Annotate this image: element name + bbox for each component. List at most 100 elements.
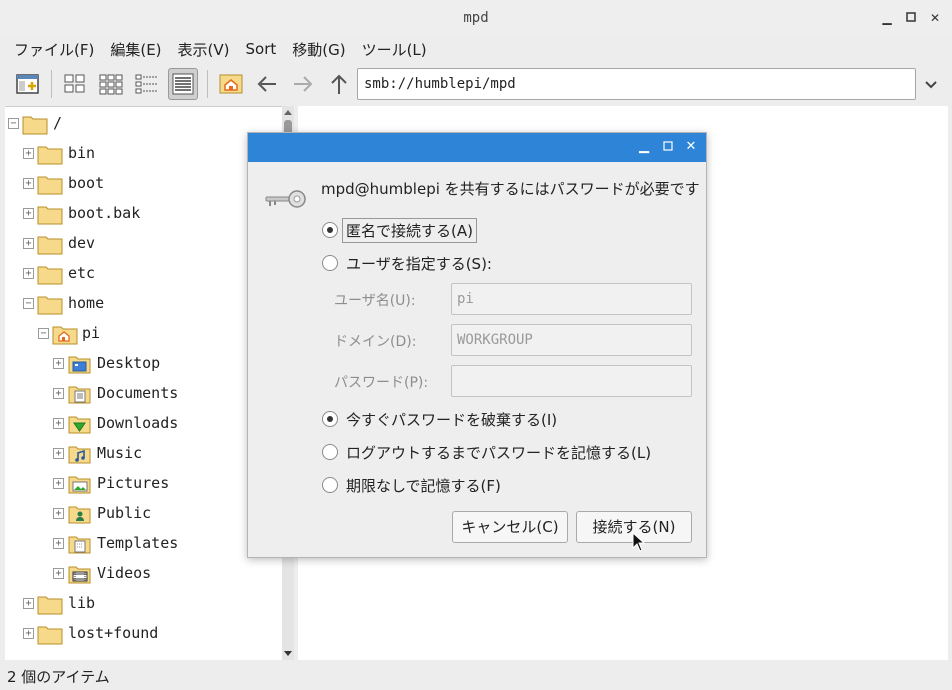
tree-item[interactable]: + Documents — [5, 379, 282, 409]
tree-expander-icon[interactable]: − — [8, 118, 19, 129]
scroll-up-icon[interactable] — [283, 108, 293, 116]
tree-item-label: Music — [97, 444, 143, 462]
tree-item[interactable]: + lost+found — [5, 619, 282, 649]
tree-item[interactable]: + Downloads — [5, 409, 282, 439]
tree-item-label: etc — [68, 264, 96, 282]
detailed-list-view-icon[interactable] — [168, 68, 198, 100]
username-field[interactable]: pi — [451, 283, 692, 315]
tree-item-label: lib — [68, 594, 96, 612]
compact-view-icon[interactable] — [132, 68, 162, 100]
menu-edit[interactable]: 編集(E) — [102, 39, 169, 60]
tree-expander-icon[interactable]: + — [53, 358, 64, 369]
tree-item[interactable]: + Public — [5, 499, 282, 529]
dialog-close-icon[interactable]: ✕ — [685, 140, 697, 153]
radio-button[interactable] — [322, 477, 338, 493]
tree-item-label: pi — [82, 324, 101, 342]
tree-expander-icon[interactable]: + — [23, 628, 34, 639]
key-icon — [265, 185, 307, 213]
tree-item[interactable]: + lib — [5, 589, 282, 619]
dialog-maximize-icon[interactable] — [662, 141, 674, 153]
new-tab-icon[interactable] — [13, 68, 43, 100]
tree-item[interactable]: + Desktop — [5, 349, 282, 379]
up-icon[interactable] — [324, 68, 354, 100]
tree-expander-icon[interactable]: + — [53, 418, 64, 429]
tree-item-label: bin — [68, 144, 96, 162]
tree-expander-icon[interactable]: + — [23, 208, 34, 219]
menu-sort[interactable]: Sort — [238, 40, 285, 58]
password-label: パスワード(P): — [334, 375, 429, 391]
scroll-down-icon[interactable] — [283, 650, 293, 658]
cancel-button[interactable]: キャンセル(C) — [452, 511, 568, 543]
tree-expander-icon[interactable]: + — [23, 148, 34, 159]
radio-button[interactable] — [322, 444, 338, 460]
password-dialog: ▁ ✕ mpd@humblepi を共有するにはパスワードが必要です 匿名で接続… — [247, 132, 707, 558]
folder-tree[interactable]: − / + bin + boot + boot.bak + dev + etc − home − pi + Des… — [5, 106, 282, 660]
tree-expander-icon[interactable]: − — [23, 298, 34, 309]
window-title: mpd — [463, 10, 489, 26]
tree-expander-icon[interactable]: + — [53, 478, 64, 489]
address-bar[interactable]: smb://humblepi/mpd — [357, 68, 916, 100]
radio-button[interactable] — [322, 222, 338, 238]
tree-item-label: / — [53, 114, 63, 132]
radio-label: 今すぐパスワードを破棄する(I) — [346, 410, 558, 429]
tree-expander-icon[interactable]: − — [38, 328, 49, 339]
tree-expander-icon[interactable]: + — [53, 448, 64, 459]
tree-item[interactable]: + Pictures — [5, 469, 282, 499]
domain-label: ドメイン(D): — [334, 334, 417, 350]
tree-item[interactable]: − / — [5, 109, 282, 139]
forward-icon[interactable] — [288, 68, 318, 100]
menu-tools[interactable]: ツール(L) — [354, 39, 435, 60]
folder-icon — [22, 113, 48, 135]
close-icon[interactable]: ✕ — [929, 12, 941, 24]
folder-icon — [37, 143, 63, 165]
tree-item[interactable]: − home — [5, 289, 282, 319]
chevron-down-icon[interactable] — [922, 74, 940, 94]
tree-item[interactable]: + dev — [5, 229, 282, 259]
menu-file[interactable]: ファイル(F) — [6, 39, 102, 60]
back-icon[interactable] — [252, 68, 282, 100]
tree-item[interactable]: + boot — [5, 169, 282, 199]
pictures-folder-icon — [68, 473, 94, 495]
menu-go[interactable]: 移動(G) — [284, 39, 353, 60]
tree-expander-icon[interactable]: + — [23, 268, 34, 279]
radio-label: 期限なしで記憶する(F) — [346, 476, 501, 495]
tree-item[interactable]: + Videos — [5, 559, 282, 589]
tree-item-label: boot.bak — [68, 204, 141, 222]
tree-expander-icon[interactable]: + — [53, 388, 64, 399]
folder-icon — [37, 203, 63, 225]
downloads-folder-icon — [68, 413, 94, 435]
tree-item-label: Documents — [97, 384, 179, 402]
tree-expander-icon[interactable]: + — [23, 178, 34, 189]
tree-item[interactable]: + Music — [5, 439, 282, 469]
dialog-minimize-icon[interactable]: ▁ — [638, 140, 650, 153]
file-manager-window: mpd ▁ ✕ ファイル(F) 編集(E) 表示(V) Sort 移動(G) ツ… — [0, 0, 952, 690]
domain-field[interactable]: WORKGROUP — [451, 324, 692, 356]
radio-button[interactable] — [322, 255, 338, 271]
dialog-titlebar[interactable]: ▁ ✕ — [248, 133, 706, 162]
window-titlebar[interactable]: mpd ▁ ✕ — [0, 0, 952, 36]
tree-item[interactable]: + bin — [5, 139, 282, 169]
tree-item[interactable]: + Templates — [5, 529, 282, 559]
tree-item[interactable]: + boot.bak — [5, 199, 282, 229]
thumbnail-view-icon[interactable] — [96, 68, 126, 100]
password-field[interactable] — [451, 365, 692, 397]
tree-expander-icon[interactable]: + — [53, 568, 64, 579]
tree-item[interactable]: − pi — [5, 319, 282, 349]
tree-expander-icon[interactable]: + — [53, 538, 64, 549]
tree-item-label: Desktop — [97, 354, 161, 372]
radio-button[interactable] — [322, 411, 338, 427]
tree-expander-icon[interactable]: + — [23, 238, 34, 249]
home-icon[interactable] — [216, 68, 246, 100]
tree-expander-icon[interactable]: + — [53, 508, 64, 519]
tree-expander-icon[interactable]: + — [23, 598, 34, 609]
menu-view[interactable]: 表示(V) — [170, 39, 238, 60]
folder-icon — [37, 233, 63, 255]
minimize-icon[interactable]: ▁ — [881, 12, 893, 24]
status-bar: 2 個のアイテム — [7, 668, 110, 686]
folder-icon — [37, 173, 63, 195]
icon-view-icon[interactable] — [60, 68, 90, 100]
documents-folder-icon — [68, 383, 94, 405]
tree-item[interactable]: + etc — [5, 259, 282, 289]
folder-icon — [37, 593, 63, 615]
maximize-icon[interactable] — [905, 12, 917, 24]
